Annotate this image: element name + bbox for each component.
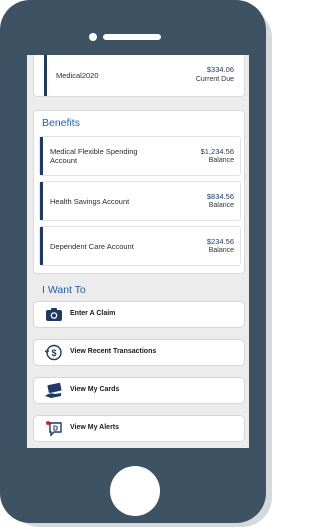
benefits-card: Benefits Medical Flexible Spending Accou…: [34, 111, 244, 273]
benefit-title: Medical Flexible Spending: [50, 147, 138, 156]
home-button[interactable]: [110, 466, 160, 516]
alert-bubble-icon: D: [46, 421, 62, 437]
speaker-grille: [103, 34, 161, 40]
benefit-title: Health Savings Account: [50, 197, 130, 206]
benefit-amount: $234.56: [206, 237, 234, 246]
benefit-balance-label: Balance: [208, 157, 234, 164]
plan-status: Current Due: [195, 76, 234, 83]
benefit-row-hsa[interactable]: Health Savings Account $834.56 Balance: [40, 182, 240, 220]
benefit-balance-label: Balance: [208, 202, 234, 209]
benefit-balance-label: Balance: [208, 247, 234, 254]
dollar-cycle-icon: $: [45, 344, 62, 361]
card-hand-icon: [45, 382, 62, 398]
benefit-row-fsa[interactable]: Medical Flexible Spending Account $1,234…: [40, 137, 240, 175]
action-label: Enter A Claim: [70, 310, 116, 317]
i-want-to-heading: I Want To: [42, 284, 86, 296]
phone-screen: Medical2020 $334.06 Current Due Benefits…: [27, 55, 249, 448]
camera-dot: [89, 33, 97, 41]
benefit-title-line2: Account: [50, 156, 78, 165]
svg-text:D: D: [53, 426, 58, 433]
benefit-amount: $1,234.56: [200, 147, 234, 156]
row-accent-bar: [40, 137, 43, 175]
plan-amount: $334.06: [206, 65, 234, 74]
medical-plan-card[interactable]: Medical2020 $334.06 Current Due: [34, 55, 244, 96]
benefit-title: Dependent Care Account: [50, 242, 134, 251]
action-label: View My Cards: [70, 386, 120, 393]
view-my-cards-button[interactable]: View My Cards: [34, 378, 244, 403]
row-accent-bar: [40, 182, 43, 220]
row-accent-bar: [40, 227, 43, 265]
benefits-heading: Benefits: [42, 117, 80, 129]
view-my-alerts-button[interactable]: D View My Alerts: [34, 416, 244, 441]
card-accent-bar: [44, 55, 47, 96]
action-label: View My Alerts: [70, 424, 120, 431]
enter-claim-button[interactable]: Enter A Claim: [34, 302, 244, 327]
svg-text:$: $: [51, 348, 56, 358]
benefit-amount: $834.56: [206, 192, 234, 201]
benefit-row-dca[interactable]: Dependent Care Account $234.56 Balance: [40, 227, 240, 265]
plan-title: Medical2020: [56, 71, 99, 80]
phone-frame: Medical2020 $334.06 Current Due Benefits…: [0, 0, 266, 523]
action-label: View Recent Transactions: [70, 348, 157, 355]
view-recent-transactions-button[interactable]: $ View Recent Transactions: [34, 340, 244, 365]
camera-icon: [46, 308, 62, 321]
